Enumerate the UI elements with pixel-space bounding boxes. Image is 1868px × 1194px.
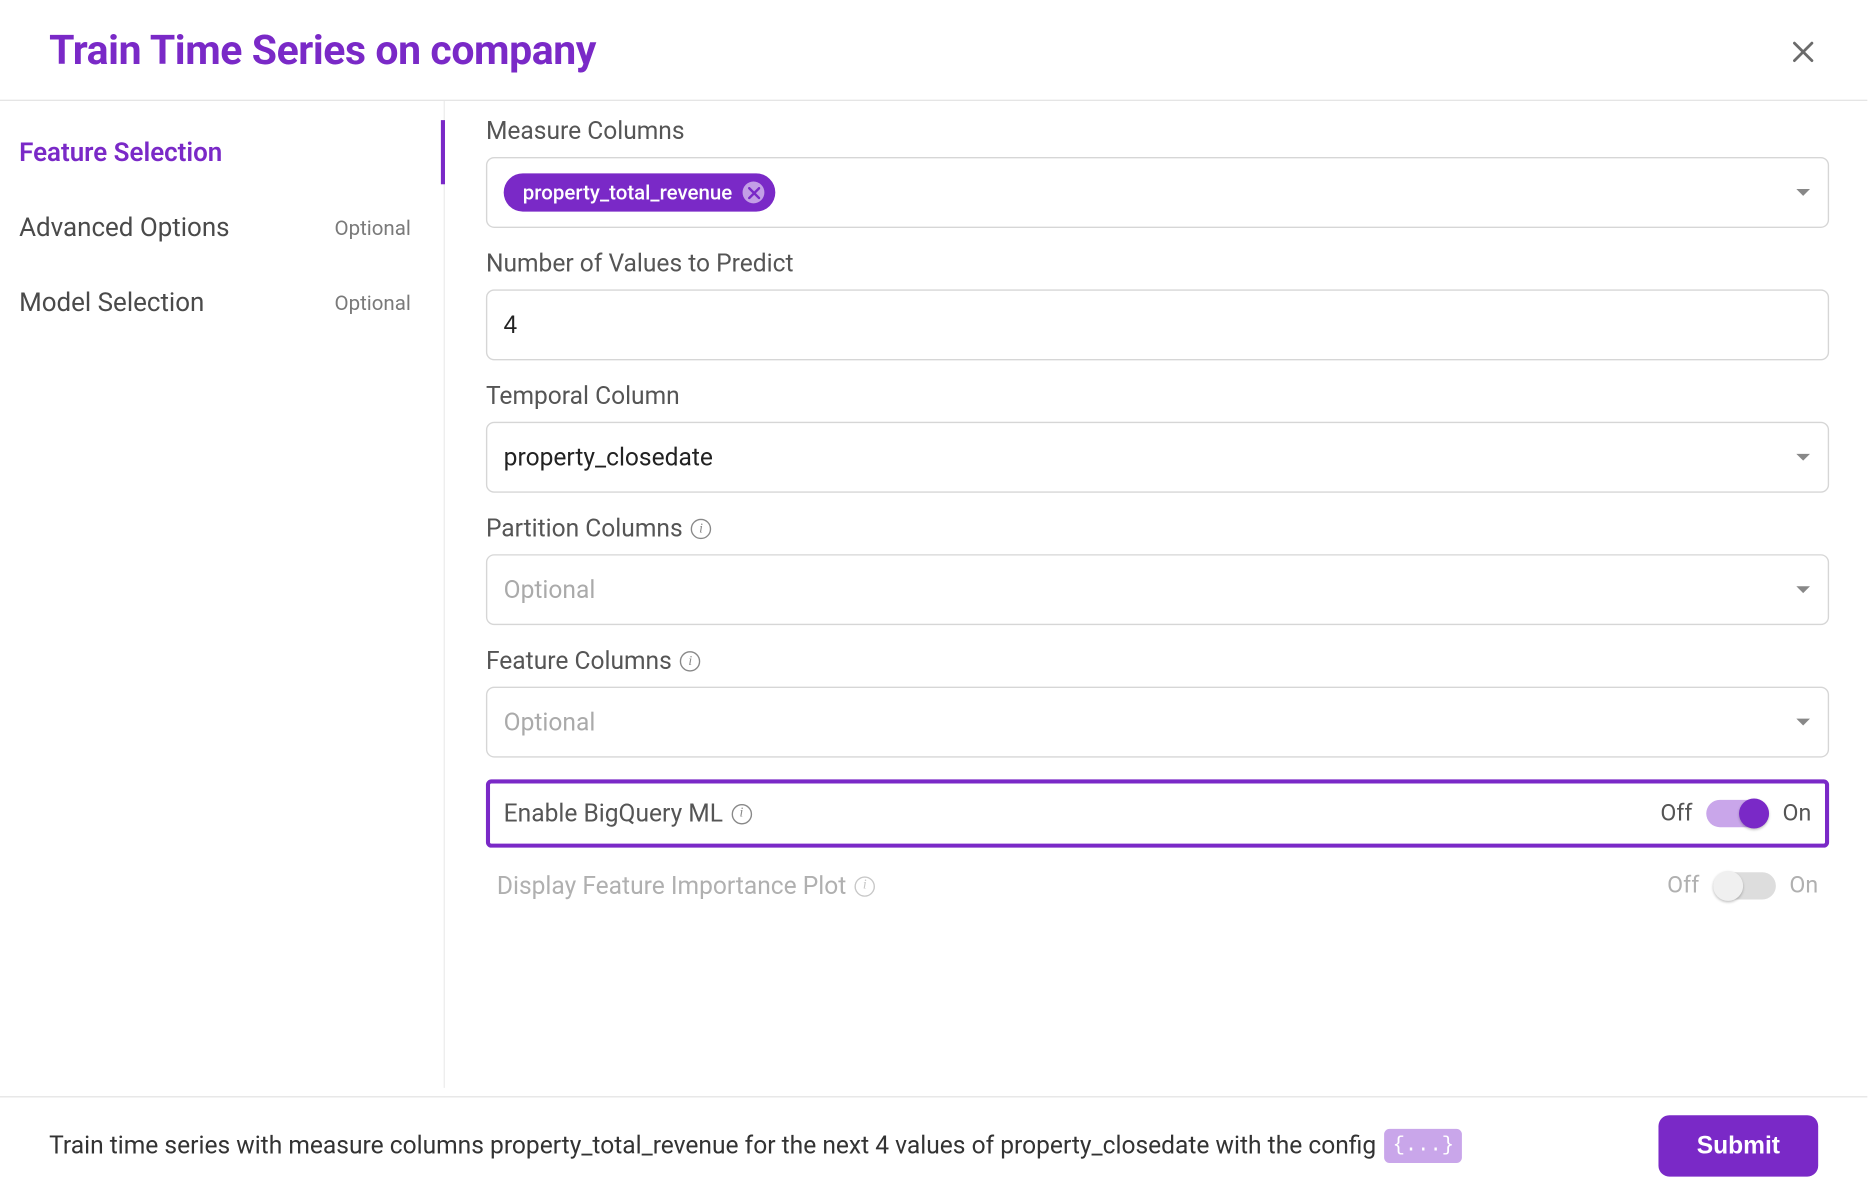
num-values-label: Number of Values to Predict — [486, 250, 1829, 279]
chevron-down-icon — [1795, 581, 1811, 597]
enable-bigquery-ml-toggle-group: Off On — [1660, 797, 1811, 830]
info-icon[interactable]: i — [731, 803, 751, 823]
temporal-column-group: Temporal Column property_closedate — [486, 382, 1829, 493]
enable-bigquery-ml-toggle[interactable] — [1706, 797, 1769, 830]
config-json-badge[interactable]: {...} — [1384, 1129, 1462, 1163]
display-feature-importance-row: Display Feature Importance Plot i Off On — [486, 853, 1829, 919]
summary-text: Train time series with measure columns p… — [49, 1129, 1462, 1163]
sidebar-item-sub: Optional — [334, 215, 410, 240]
num-values-field[interactable] — [486, 289, 1829, 360]
enable-bigquery-ml-label: Enable BigQuery ML i — [504, 799, 752, 828]
info-icon[interactable]: i — [680, 651, 700, 671]
partition-columns-label: Partition Columns i — [486, 515, 1829, 544]
chevron-down-icon — [1795, 449, 1811, 465]
feature-columns-field[interactable]: Optional — [486, 687, 1829, 758]
info-icon: i — [854, 876, 874, 896]
dialog-footer: Train time series with measure columns p… — [0, 1096, 1867, 1194]
temporal-column-value: property_closedate — [504, 443, 713, 472]
measure-columns-label: Measure Columns — [486, 117, 1829, 146]
num-values-input[interactable] — [504, 311, 1812, 340]
measure-columns-chip: property_total_revenue — [504, 173, 776, 211]
chip-remove-icon[interactable] — [743, 182, 765, 204]
measure-columns-field[interactable]: property_total_revenue — [486, 157, 1829, 228]
temporal-column-label: Temporal Column — [486, 382, 1829, 411]
chip-text: property_total_revenue — [523, 180, 732, 205]
dialog-header: Train Time Series on company — [0, 0, 1867, 101]
toggle-on-label: On — [1783, 800, 1812, 827]
feature-columns-placeholder: Optional — [504, 708, 596, 737]
sidebar-item-label: Model Selection — [19, 287, 204, 318]
dialog-title: Train Time Series on company — [49, 27, 596, 75]
sidebar-item-advanced-options[interactable]: Advanced Options Optional — [0, 190, 444, 265]
feature-columns-group: Feature Columns i Optional — [486, 647, 1829, 758]
toggle-off-label: Off — [1660, 800, 1692, 827]
submit-button[interactable]: Submit — [1658, 1115, 1818, 1176]
toggle-on-label: On — [1789, 872, 1818, 899]
partition-columns-group: Partition Columns i Optional — [486, 515, 1829, 626]
close-icon[interactable] — [1788, 36, 1818, 66]
info-icon[interactable]: i — [691, 519, 711, 539]
sidebar-item-model-selection[interactable]: Model Selection Optional — [0, 265, 444, 340]
display-feature-importance-toggle — [1713, 870, 1776, 903]
display-feature-importance-label: Display Feature Importance Plot i — [497, 872, 875, 901]
sidebar-item-sub: Optional — [334, 290, 410, 315]
sidebar-item-feature-selection[interactable]: Feature Selection — [0, 115, 444, 190]
sidebar: Feature Selection Advanced Options Optio… — [0, 101, 445, 1088]
display-feature-importance-toggle-group: Off On — [1667, 870, 1818, 903]
main-panel: Measure Columns property_total_revenue — [445, 101, 1867, 1088]
toggle-off-label: Off — [1667, 872, 1699, 899]
sidebar-item-label: Advanced Options — [19, 212, 229, 243]
chevron-down-icon — [1795, 714, 1811, 730]
enable-bigquery-ml-row: Enable BigQuery ML i Off On — [486, 779, 1829, 847]
partition-columns-placeholder: Optional — [504, 575, 596, 604]
partition-columns-field[interactable]: Optional — [486, 554, 1829, 625]
num-values-group: Number of Values to Predict — [486, 250, 1829, 361]
chevron-down-icon — [1795, 184, 1811, 200]
temporal-column-field[interactable]: property_closedate — [486, 422, 1829, 493]
measure-columns-group: Measure Columns property_total_revenue — [486, 117, 1829, 228]
feature-columns-label: Feature Columns i — [486, 647, 1829, 676]
sidebar-item-label: Feature Selection — [19, 137, 222, 168]
